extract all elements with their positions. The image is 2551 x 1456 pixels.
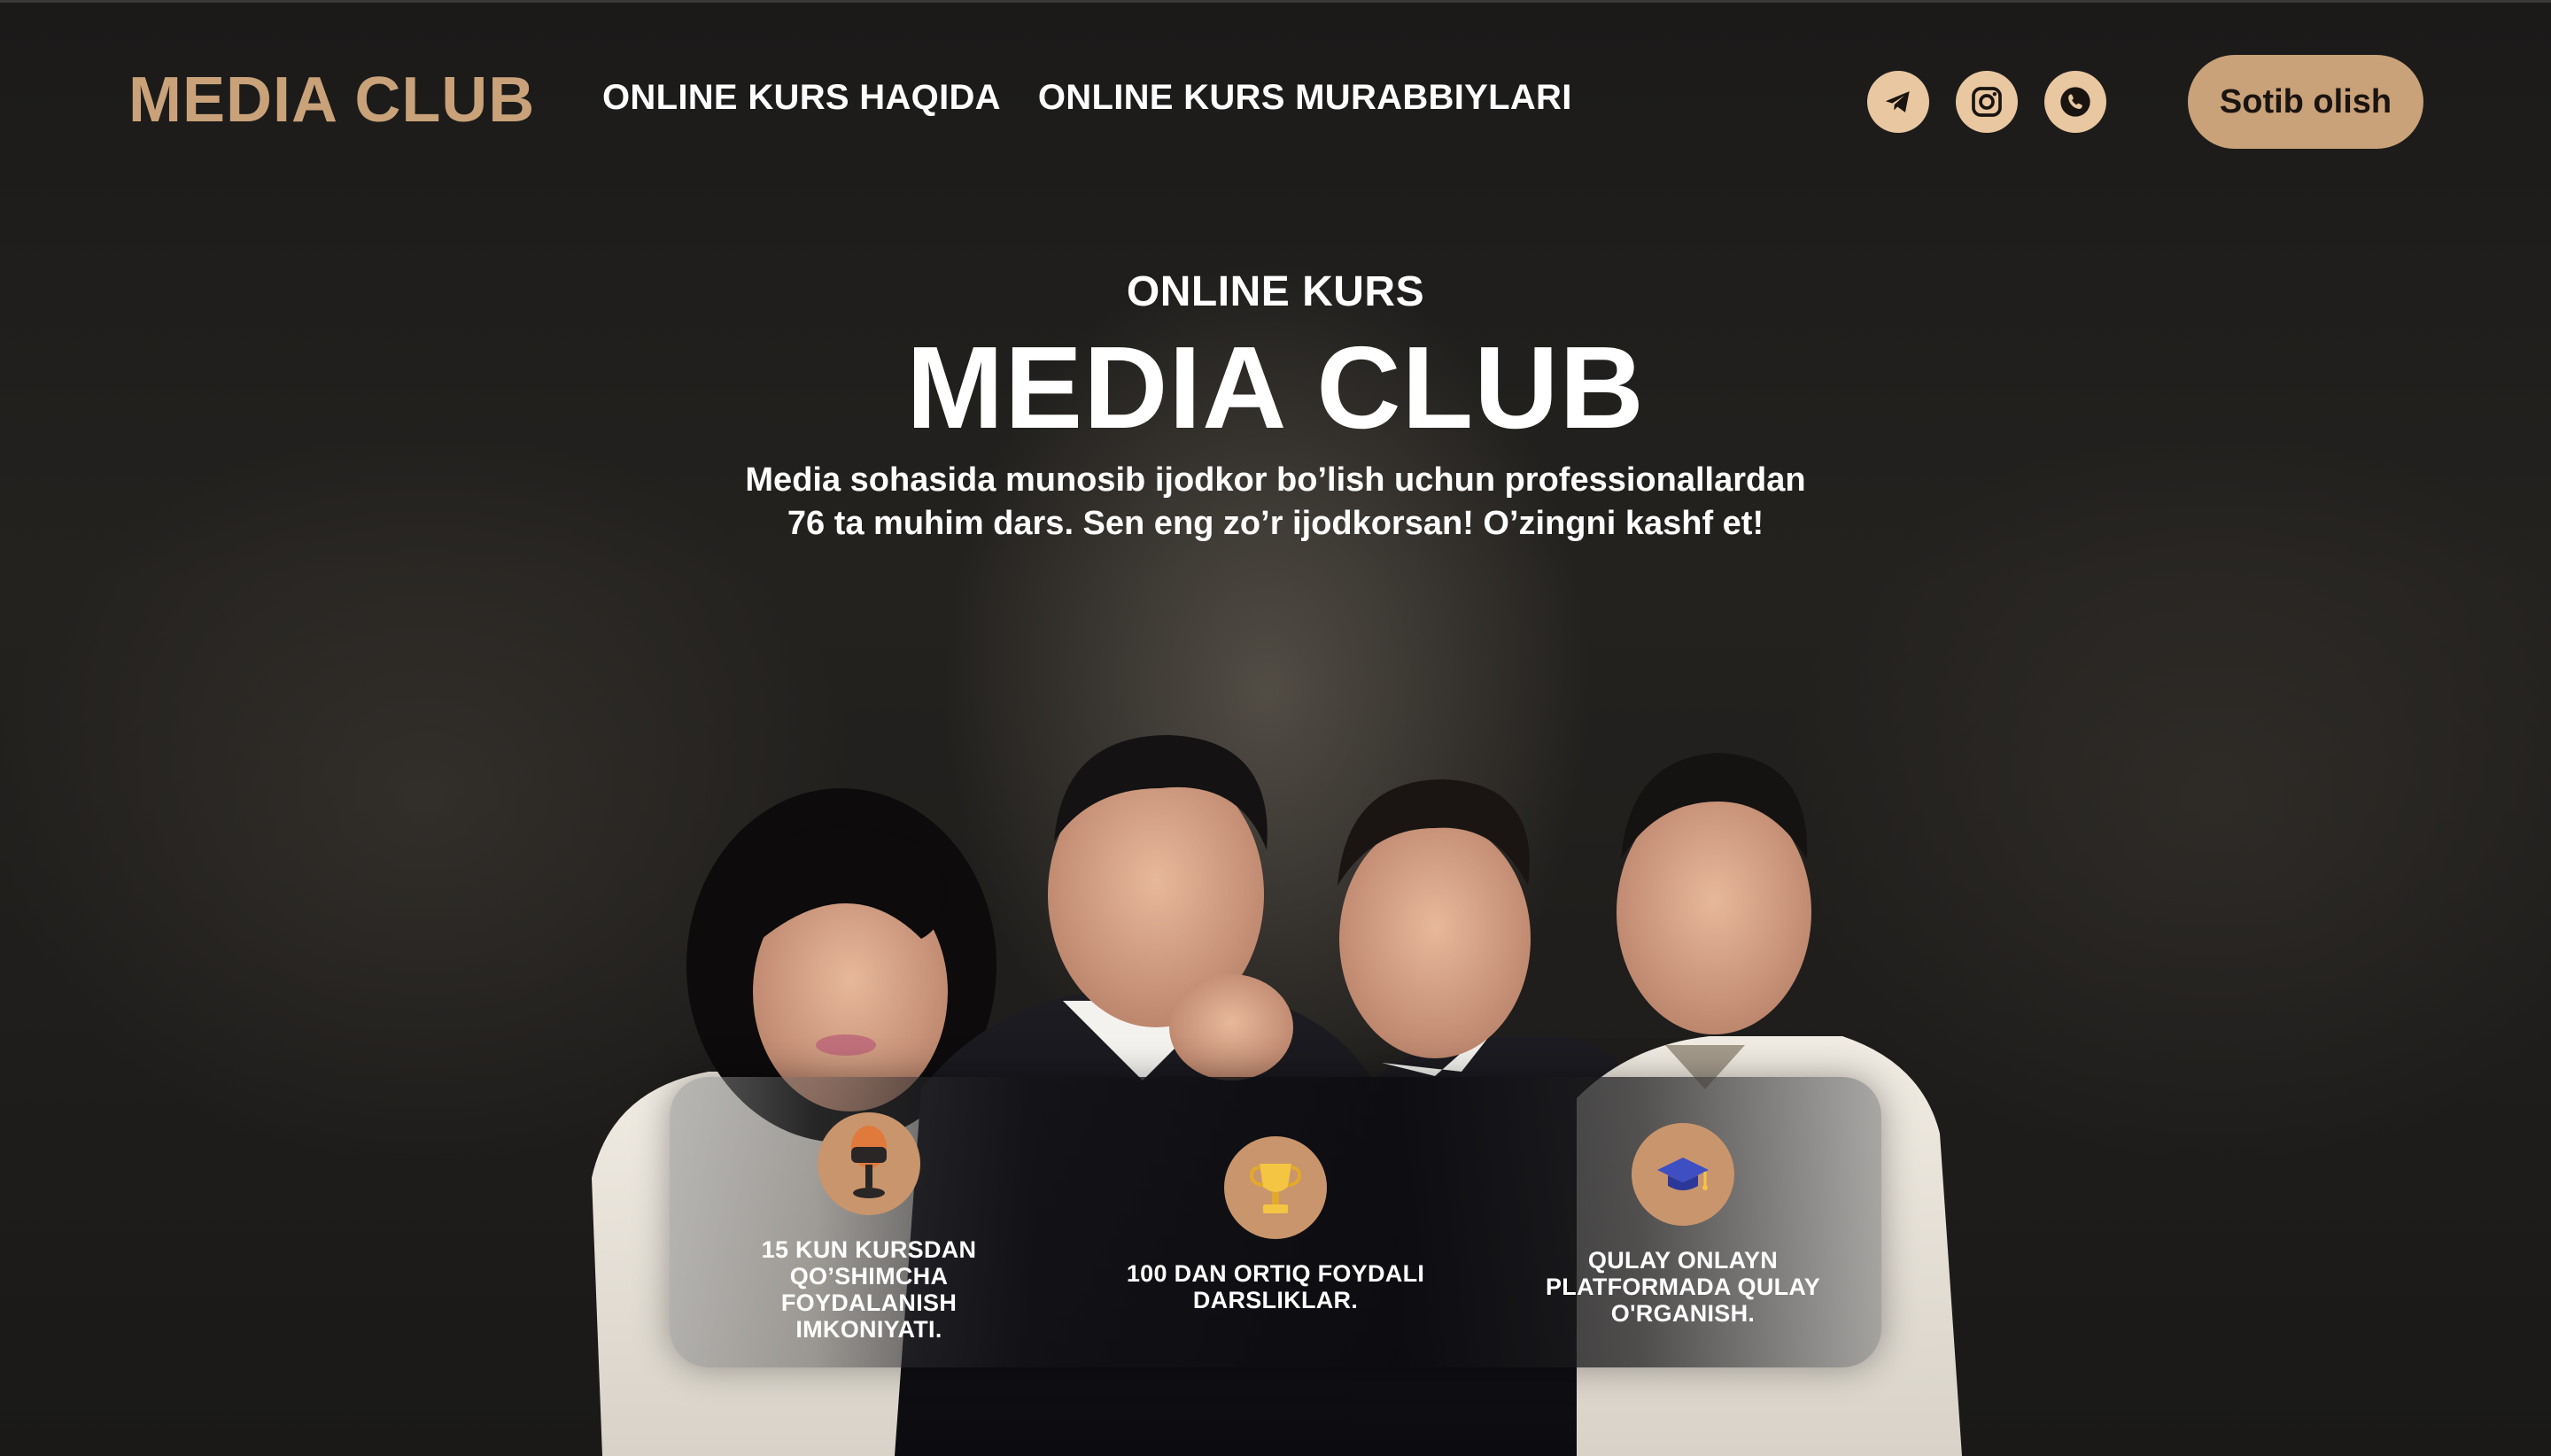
trophy-icon <box>1224 1136 1327 1239</box>
feature-extra-days-label: 15 KUN KURSDAN QO’SHIMCHA FOYDALANISH IM… <box>761 1236 977 1343</box>
feature-platform-label: QULAY ONLAYN PLATFORMADA QULAY O'RGANISH… <box>1545 1247 1821 1327</box>
microphone-icon <box>818 1112 920 1215</box>
feature-extra-days: 15 KUN KURSDAN QO’SHIMCHA FOYDALANISH IM… <box>732 1112 1006 1343</box>
feature-lessons-label: 100 DAN ORTIQ FOYDALI DARSLIKLAR. <box>1126 1260 1425 1313</box>
graduation-cap-icon <box>1632 1123 1734 1226</box>
feature-platform: QULAY ONLAYN PLATFORMADA QULAY O'RGANISH… <box>1524 1123 1842 1327</box>
feature-lessons: 100 DAN ORTIQ FOYDALI DARSLIKLAR. <box>1098 1136 1453 1313</box>
